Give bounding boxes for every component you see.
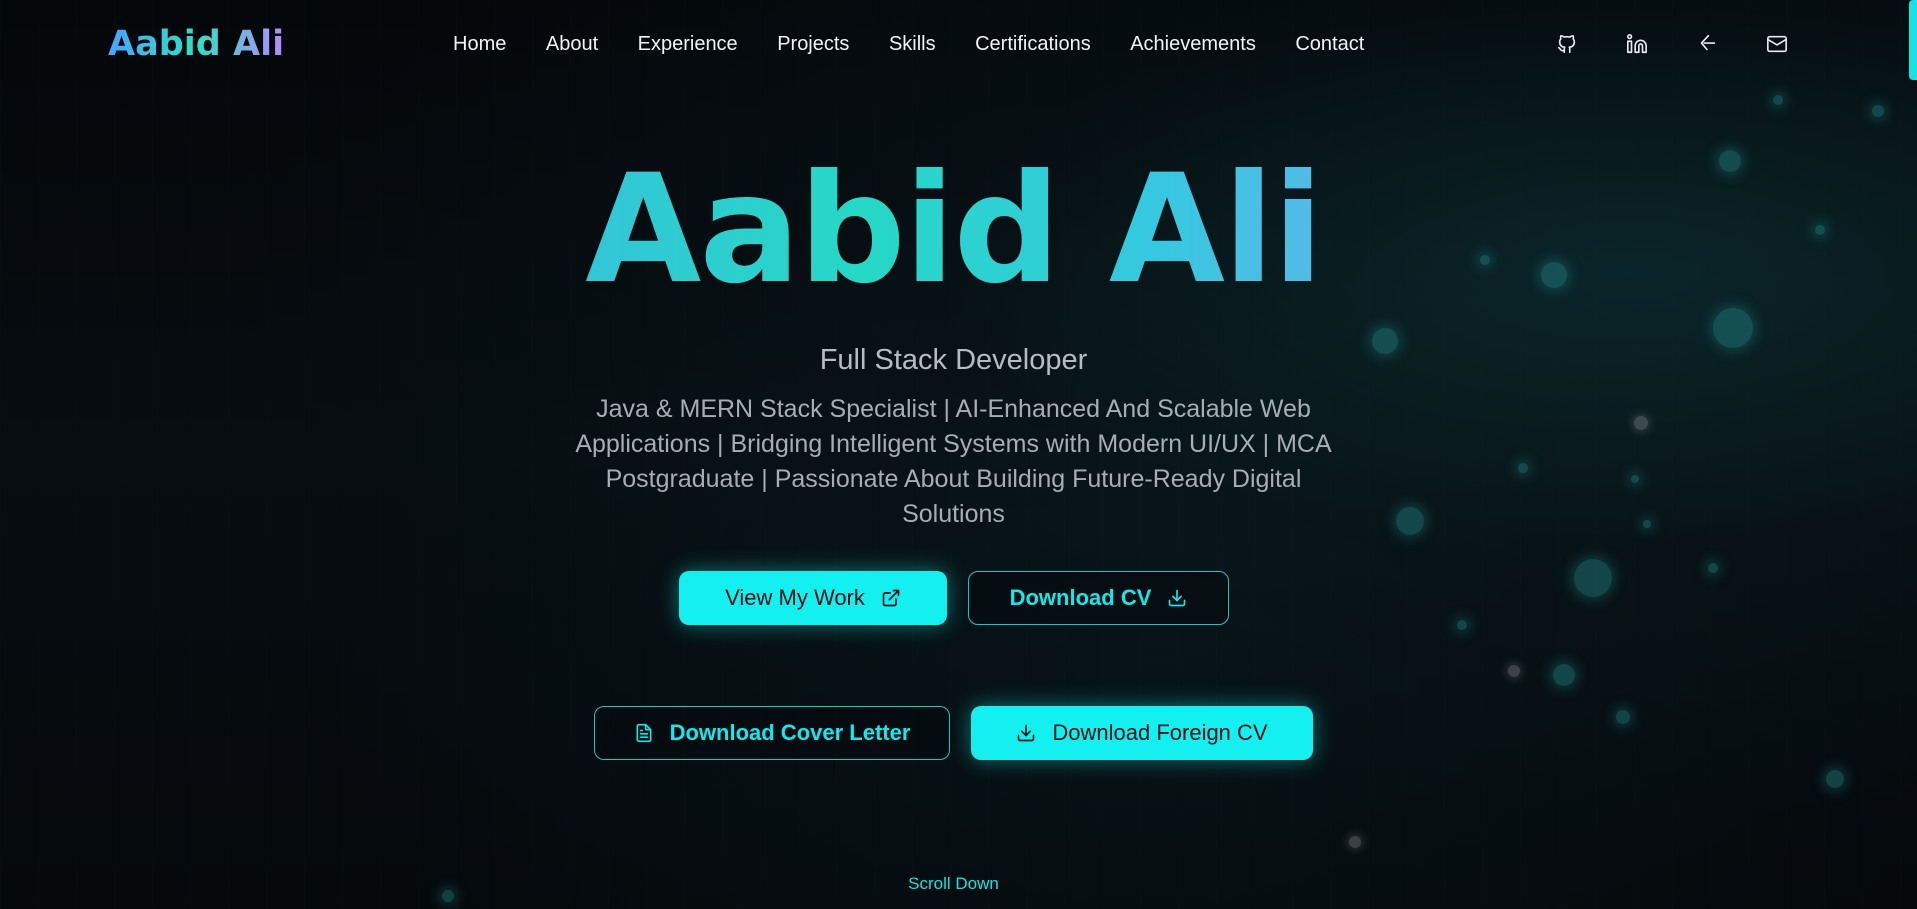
navbar: Aabid Ali Home About Experience Projects… xyxy=(0,0,1917,92)
particle xyxy=(1553,664,1575,686)
particle xyxy=(1396,507,1424,535)
document-icon xyxy=(634,723,654,743)
nav-item-experience[interactable]: Experience xyxy=(638,33,738,56)
nav-item-about[interactable]: About xyxy=(546,33,598,56)
nav-item-projects[interactable]: Projects xyxy=(777,33,849,56)
nav-item-certifications[interactable]: Certifications xyxy=(975,33,1091,56)
particle xyxy=(1872,105,1884,117)
social-links xyxy=(1556,33,1788,55)
view-my-work-label: View My Work xyxy=(725,585,865,610)
particle xyxy=(1634,416,1648,430)
download-icon xyxy=(1167,588,1187,608)
particle xyxy=(1574,559,1612,597)
nav-item-contact[interactable]: Contact xyxy=(1295,33,1364,56)
linkedin-icon[interactable] xyxy=(1626,33,1648,55)
hero-description: Java & MERN Stack Specialist | AI-Enhanc… xyxy=(575,395,1332,528)
particle xyxy=(1508,665,1520,677)
portfolio-page: Aabid Ali Home About Experience Projects… xyxy=(0,0,1917,909)
github-icon[interactable] xyxy=(1556,33,1578,55)
hero-name: Aabid Ali xyxy=(0,155,1907,305)
nav-item-achievements[interactable]: Achievements xyxy=(1130,33,1256,56)
particle xyxy=(1826,770,1844,788)
download-icon xyxy=(1016,723,1036,743)
download-cover-letter-label: Download Cover Letter xyxy=(669,720,911,745)
nav-menu: Home About Experience Projects Skills Ce… xyxy=(453,33,1364,56)
particle xyxy=(1773,95,1783,105)
site-logo[interactable]: Aabid Ali xyxy=(108,24,284,64)
particle xyxy=(1643,520,1651,528)
nav-item-home[interactable]: Home xyxy=(453,33,506,56)
download-cv-label: Download CV xyxy=(1009,585,1152,610)
particle xyxy=(1631,475,1639,483)
download-cv-button[interactable]: Download CV xyxy=(968,571,1229,625)
hero-role: Full Stack Developer xyxy=(819,344,1088,376)
download-foreign-cv-button[interactable]: Download Foreign CV xyxy=(971,706,1313,760)
view-my-work-button[interactable]: View My Work xyxy=(679,571,947,625)
particle xyxy=(1457,620,1467,630)
mail-icon[interactable] xyxy=(1766,33,1788,55)
nav-item-skills[interactable]: Skills xyxy=(889,33,936,56)
leetcode-icon[interactable] xyxy=(1696,33,1718,55)
download-cover-letter-button[interactable]: Download Cover Letter xyxy=(594,706,950,760)
particle xyxy=(1713,308,1753,348)
download-foreign-cv-label: Download Foreign CV xyxy=(1052,720,1268,745)
particle xyxy=(1616,710,1630,724)
particle xyxy=(1708,563,1718,573)
external-link-icon xyxy=(881,588,901,608)
particle xyxy=(1518,463,1528,473)
particle xyxy=(1349,836,1361,848)
scroll-down-hint[interactable]: Scroll Down xyxy=(0,874,1907,894)
